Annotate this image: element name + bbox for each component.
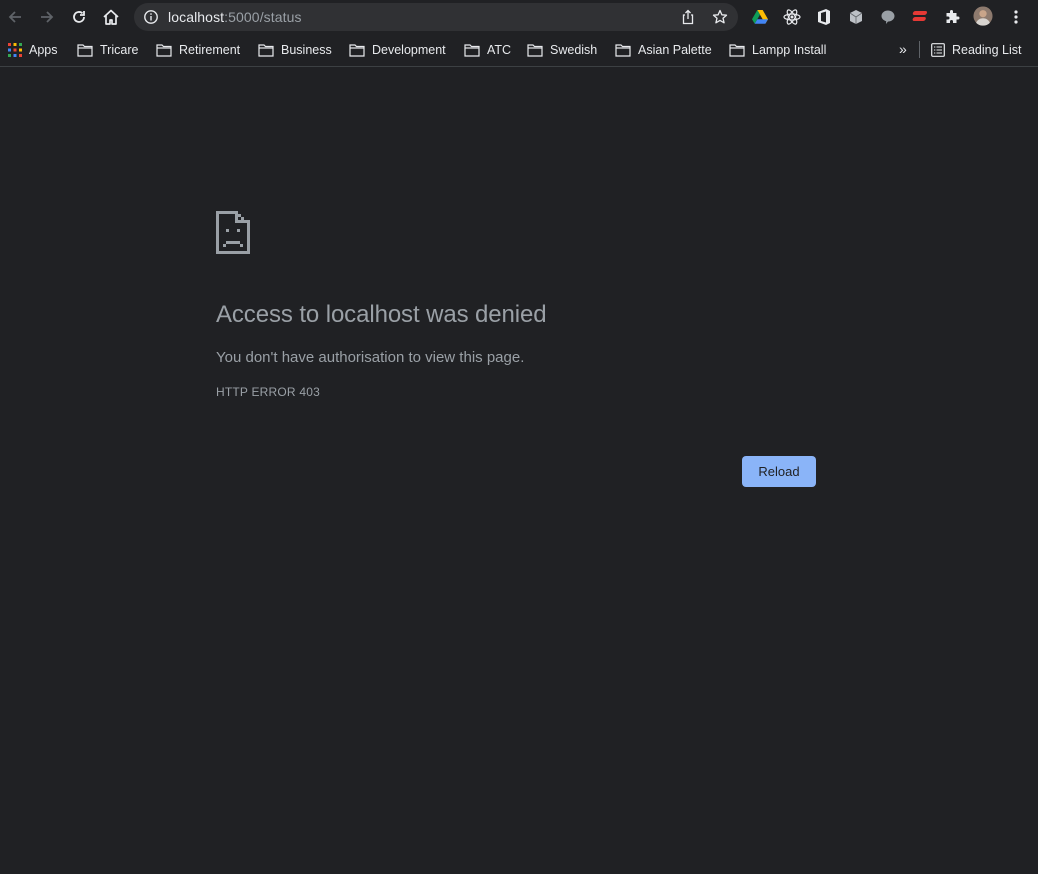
bookmark-folder-label: Tricare xyxy=(100,43,139,57)
folder-icon xyxy=(156,44,172,57)
url-text[interactable]: localhost:5000/status xyxy=(168,9,302,25)
star-icon xyxy=(712,9,728,24)
cube-icon xyxy=(849,10,863,24)
error-code: HTTP ERROR 403 xyxy=(216,385,320,399)
home-button[interactable] xyxy=(99,5,123,29)
speech-bubble-extension[interactable] xyxy=(878,7,898,27)
forward-arrow-icon xyxy=(41,11,54,23)
bookmark-folder-label: Development xyxy=(372,43,446,57)
office-icon xyxy=(818,9,830,25)
share-icon xyxy=(682,9,694,25)
google-drive-extension[interactable] xyxy=(750,7,770,27)
apps-grid-icon xyxy=(8,43,22,57)
chrome-menu-button[interactable] xyxy=(1006,7,1026,27)
browser-toolbar: localhost:5000/status xyxy=(0,0,1038,34)
site-info-icon[interactable] xyxy=(143,9,159,30)
bookmark-folder-label: ATC xyxy=(487,43,512,57)
bookmark-star-button[interactable] xyxy=(710,7,730,27)
bookmark-folder-label: Business xyxy=(281,43,332,57)
bookmark-apps-label: Apps xyxy=(29,43,58,57)
bookmark-folder-lampp-install[interactable]: Lampp Install xyxy=(729,40,826,60)
profile-avatar-icon xyxy=(973,6,993,26)
bookmark-folder-label: Retirement xyxy=(179,43,241,57)
home-icon xyxy=(103,9,119,25)
error-message: You don't have authorisation to view thi… xyxy=(216,349,525,366)
url-path: :5000/status xyxy=(224,9,302,25)
cube-extension[interactable] xyxy=(846,7,866,27)
folder-icon xyxy=(527,44,543,57)
office-extension[interactable] xyxy=(814,7,834,27)
google-drive-icon xyxy=(752,10,768,24)
bookmark-folder-atc[interactable]: ATC xyxy=(464,40,511,60)
red-stripes-icon xyxy=(912,11,928,21)
url-host: localhost xyxy=(168,9,225,25)
bookmarks-divider xyxy=(919,41,920,58)
reload-button[interactable]: Reload xyxy=(742,456,816,487)
folder-icon xyxy=(258,44,274,57)
kebab-menu-icon xyxy=(1014,10,1018,24)
bookmarks-bar: Apps Tricare Retirement Business Develop… xyxy=(0,34,1038,67)
share-button[interactable] xyxy=(678,7,698,27)
bookmark-apps[interactable]: Apps xyxy=(8,40,58,60)
react-devtools-extension[interactable] xyxy=(782,7,802,27)
reload-toolbar-button[interactable] xyxy=(67,5,91,29)
bookmarks-overflow-button[interactable]: » xyxy=(899,39,907,59)
address-bar[interactable]: localhost:5000/status xyxy=(134,3,738,31)
bookmark-folder-swedish[interactable]: Swedish xyxy=(527,40,597,60)
bookmark-folder-business[interactable]: Business xyxy=(258,40,332,60)
puzzle-piece-icon xyxy=(946,10,960,23)
bookmark-folder-asian-palette[interactable]: Asian Palette xyxy=(615,40,712,60)
reading-list-label: Reading List xyxy=(952,43,1022,57)
folder-icon xyxy=(464,44,480,57)
bookmark-folder-label: Asian Palette xyxy=(638,43,712,57)
folder-icon xyxy=(77,44,93,57)
extensions-menu-button[interactable] xyxy=(942,7,962,27)
bookmark-folder-development[interactable]: Development xyxy=(349,40,446,60)
folder-icon xyxy=(615,44,631,57)
folder-icon xyxy=(349,44,365,57)
forward-button[interactable] xyxy=(35,5,59,29)
react-atom-icon xyxy=(783,9,801,25)
red-extension[interactable] xyxy=(910,7,930,27)
reading-list-button[interactable]: Reading List xyxy=(931,40,1022,60)
folder-icon xyxy=(729,44,745,57)
bookmark-folder-retirement[interactable]: Retirement xyxy=(156,40,240,60)
chevron-double-right-icon: » xyxy=(899,41,907,57)
bookmark-folder-label: Swedish xyxy=(550,43,598,57)
error-heading: Access to localhost was denied xyxy=(216,301,547,328)
reading-list-icon xyxy=(931,43,945,57)
bookmark-folder-label: Lampp Install xyxy=(752,43,827,57)
refresh-icon xyxy=(73,11,85,23)
profile-avatar-button[interactable] xyxy=(973,6,993,26)
back-arrow-icon xyxy=(8,11,21,23)
speech-bubble-icon xyxy=(881,10,895,24)
back-button[interactable] xyxy=(3,5,27,29)
sad-document-icon xyxy=(216,211,250,259)
bookmark-folder-tricare[interactable]: Tricare xyxy=(77,40,138,60)
